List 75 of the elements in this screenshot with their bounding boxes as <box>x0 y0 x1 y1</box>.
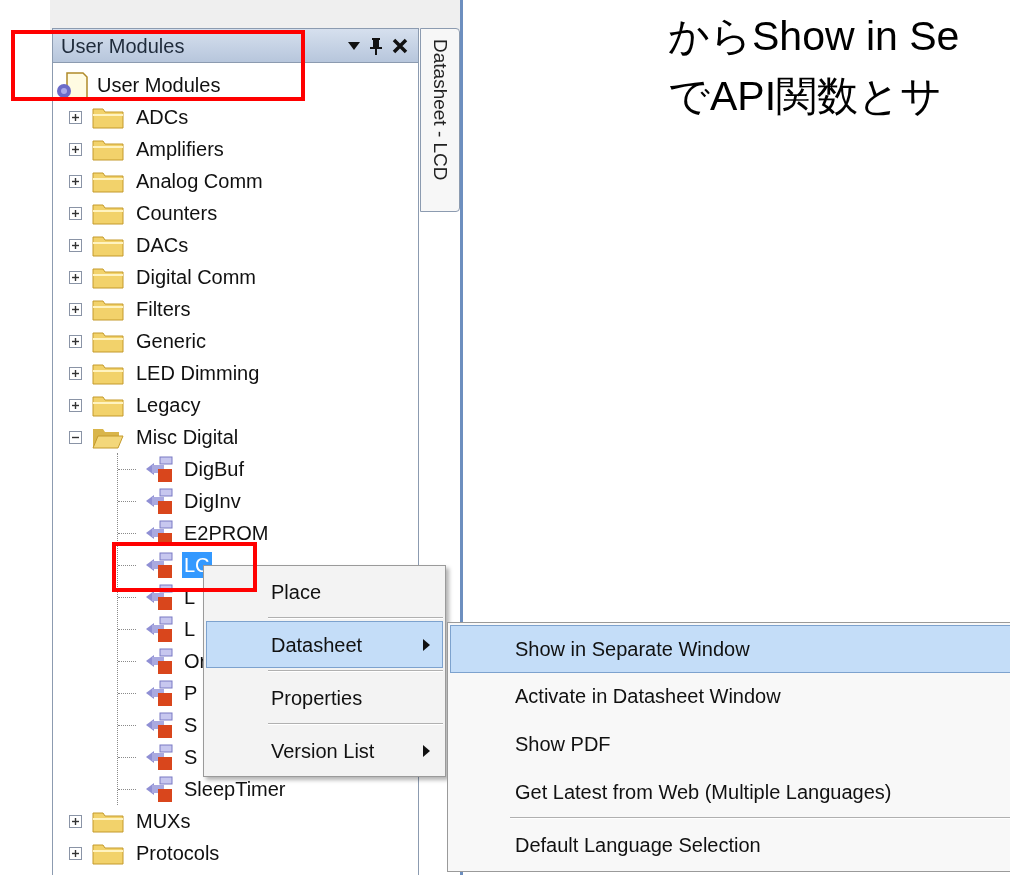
collapse-icon[interactable] <box>69 430 82 444</box>
slide-text: でAPI関数とサ <box>668 72 944 121</box>
expand-icon[interactable] <box>69 238 82 252</box>
tree-item[interactable]: P <box>182 680 200 706</box>
folder-icon <box>92 265 124 289</box>
tree-item[interactable]: S <box>182 744 200 770</box>
tree-item[interactable]: Analog Comm <box>134 168 265 194</box>
expand-icon[interactable] <box>69 814 82 828</box>
menu-item[interactable]: Get Latest from Web (Multiple Languages) <box>450 767 1010 816</box>
expand-icon[interactable] <box>69 206 82 220</box>
tree-item[interactable]: S <box>182 712 200 738</box>
expand-icon[interactable] <box>69 302 82 316</box>
tree-item[interactable]: Legacy <box>134 392 203 418</box>
tree-item[interactable]: ADCs <box>134 104 191 130</box>
tree-item[interactable]: DACs <box>134 232 191 258</box>
module-icon <box>144 615 174 643</box>
close-icon[interactable] <box>392 37 408 54</box>
panel-title: User Modules <box>61 33 185 59</box>
tree-item[interactable]: Counters <box>134 200 220 226</box>
folder-icon <box>92 393 124 417</box>
expand-icon[interactable] <box>69 334 82 348</box>
expand-icon[interactable] <box>69 398 82 412</box>
pin-icon[interactable] <box>370 36 382 55</box>
folder-icon <box>92 809 124 833</box>
expand-icon[interactable] <box>69 846 82 860</box>
folder-icon <box>92 361 124 385</box>
expand-icon[interactable] <box>69 270 82 284</box>
menu-item[interactable]: Show in Separate Window <box>450 625 1010 673</box>
tree-item[interactable]: Filters <box>134 296 193 322</box>
tree-item[interactable]: MUXs <box>134 808 193 834</box>
submenu-arrow-icon <box>423 744 430 757</box>
tree-item[interactable]: User Modules <box>95 72 223 98</box>
submenu-arrow-icon <box>423 638 430 651</box>
menu-item[interactable]: Datasheet <box>206 621 443 668</box>
module-icon <box>144 487 174 515</box>
menu-item[interactable]: Version List <box>206 727 443 774</box>
tree-item[interactable]: Amplifiers <box>134 136 226 162</box>
tree-item[interactable]: Misc Digital <box>134 424 241 450</box>
folder-icon <box>92 329 124 353</box>
folder-icon <box>92 169 124 193</box>
expand-icon[interactable] <box>69 142 82 156</box>
dropdown-icon[interactable] <box>348 41 360 50</box>
tree-item[interactable]: Protocols <box>134 840 222 866</box>
tree-item[interactable]: E2PROM <box>182 520 271 546</box>
folder-icon <box>92 297 124 321</box>
expand-icon[interactable] <box>69 366 82 380</box>
module-icon <box>144 711 174 739</box>
folder-icon <box>92 841 124 865</box>
folder-icon <box>92 201 124 225</box>
menu-item[interactable]: Show PDF <box>450 720 1010 768</box>
menu-item[interactable]: Activate in Datasheet Window <box>450 672 1010 721</box>
menu-item[interactable]: Properties <box>206 674 443 721</box>
tree-item[interactable]: Generic <box>134 328 209 354</box>
side-tab[interactable]: Datasheet - LCD <box>420 28 460 212</box>
module-icon <box>144 455 174 483</box>
module-icon <box>144 583 174 611</box>
tree-item[interactable]: Digital Comm <box>134 264 259 290</box>
module-icon <box>144 647 174 675</box>
folder-icon <box>92 137 124 161</box>
module-icon <box>144 775 174 803</box>
folder-icon <box>92 105 124 129</box>
document-icon <box>55 71 89 99</box>
expand-icon[interactable] <box>69 110 82 124</box>
module-icon <box>144 743 174 771</box>
tree-item[interactable]: L <box>182 616 198 642</box>
tree-item[interactable]: SleepTimer <box>182 776 288 802</box>
expand-icon[interactable] <box>69 174 82 188</box>
slide-text: からShow in Se <box>668 12 960 61</box>
menu-item[interactable]: Default Language Selection <box>450 821 1010 869</box>
folder-icon <box>92 233 124 257</box>
tree-item[interactable]: DigInv <box>182 488 243 514</box>
tree-item[interactable]: LED Dimming <box>134 360 262 386</box>
module-icon <box>144 551 174 579</box>
module-icon <box>144 679 174 707</box>
tree-item[interactable]: DigBuf <box>182 456 247 482</box>
